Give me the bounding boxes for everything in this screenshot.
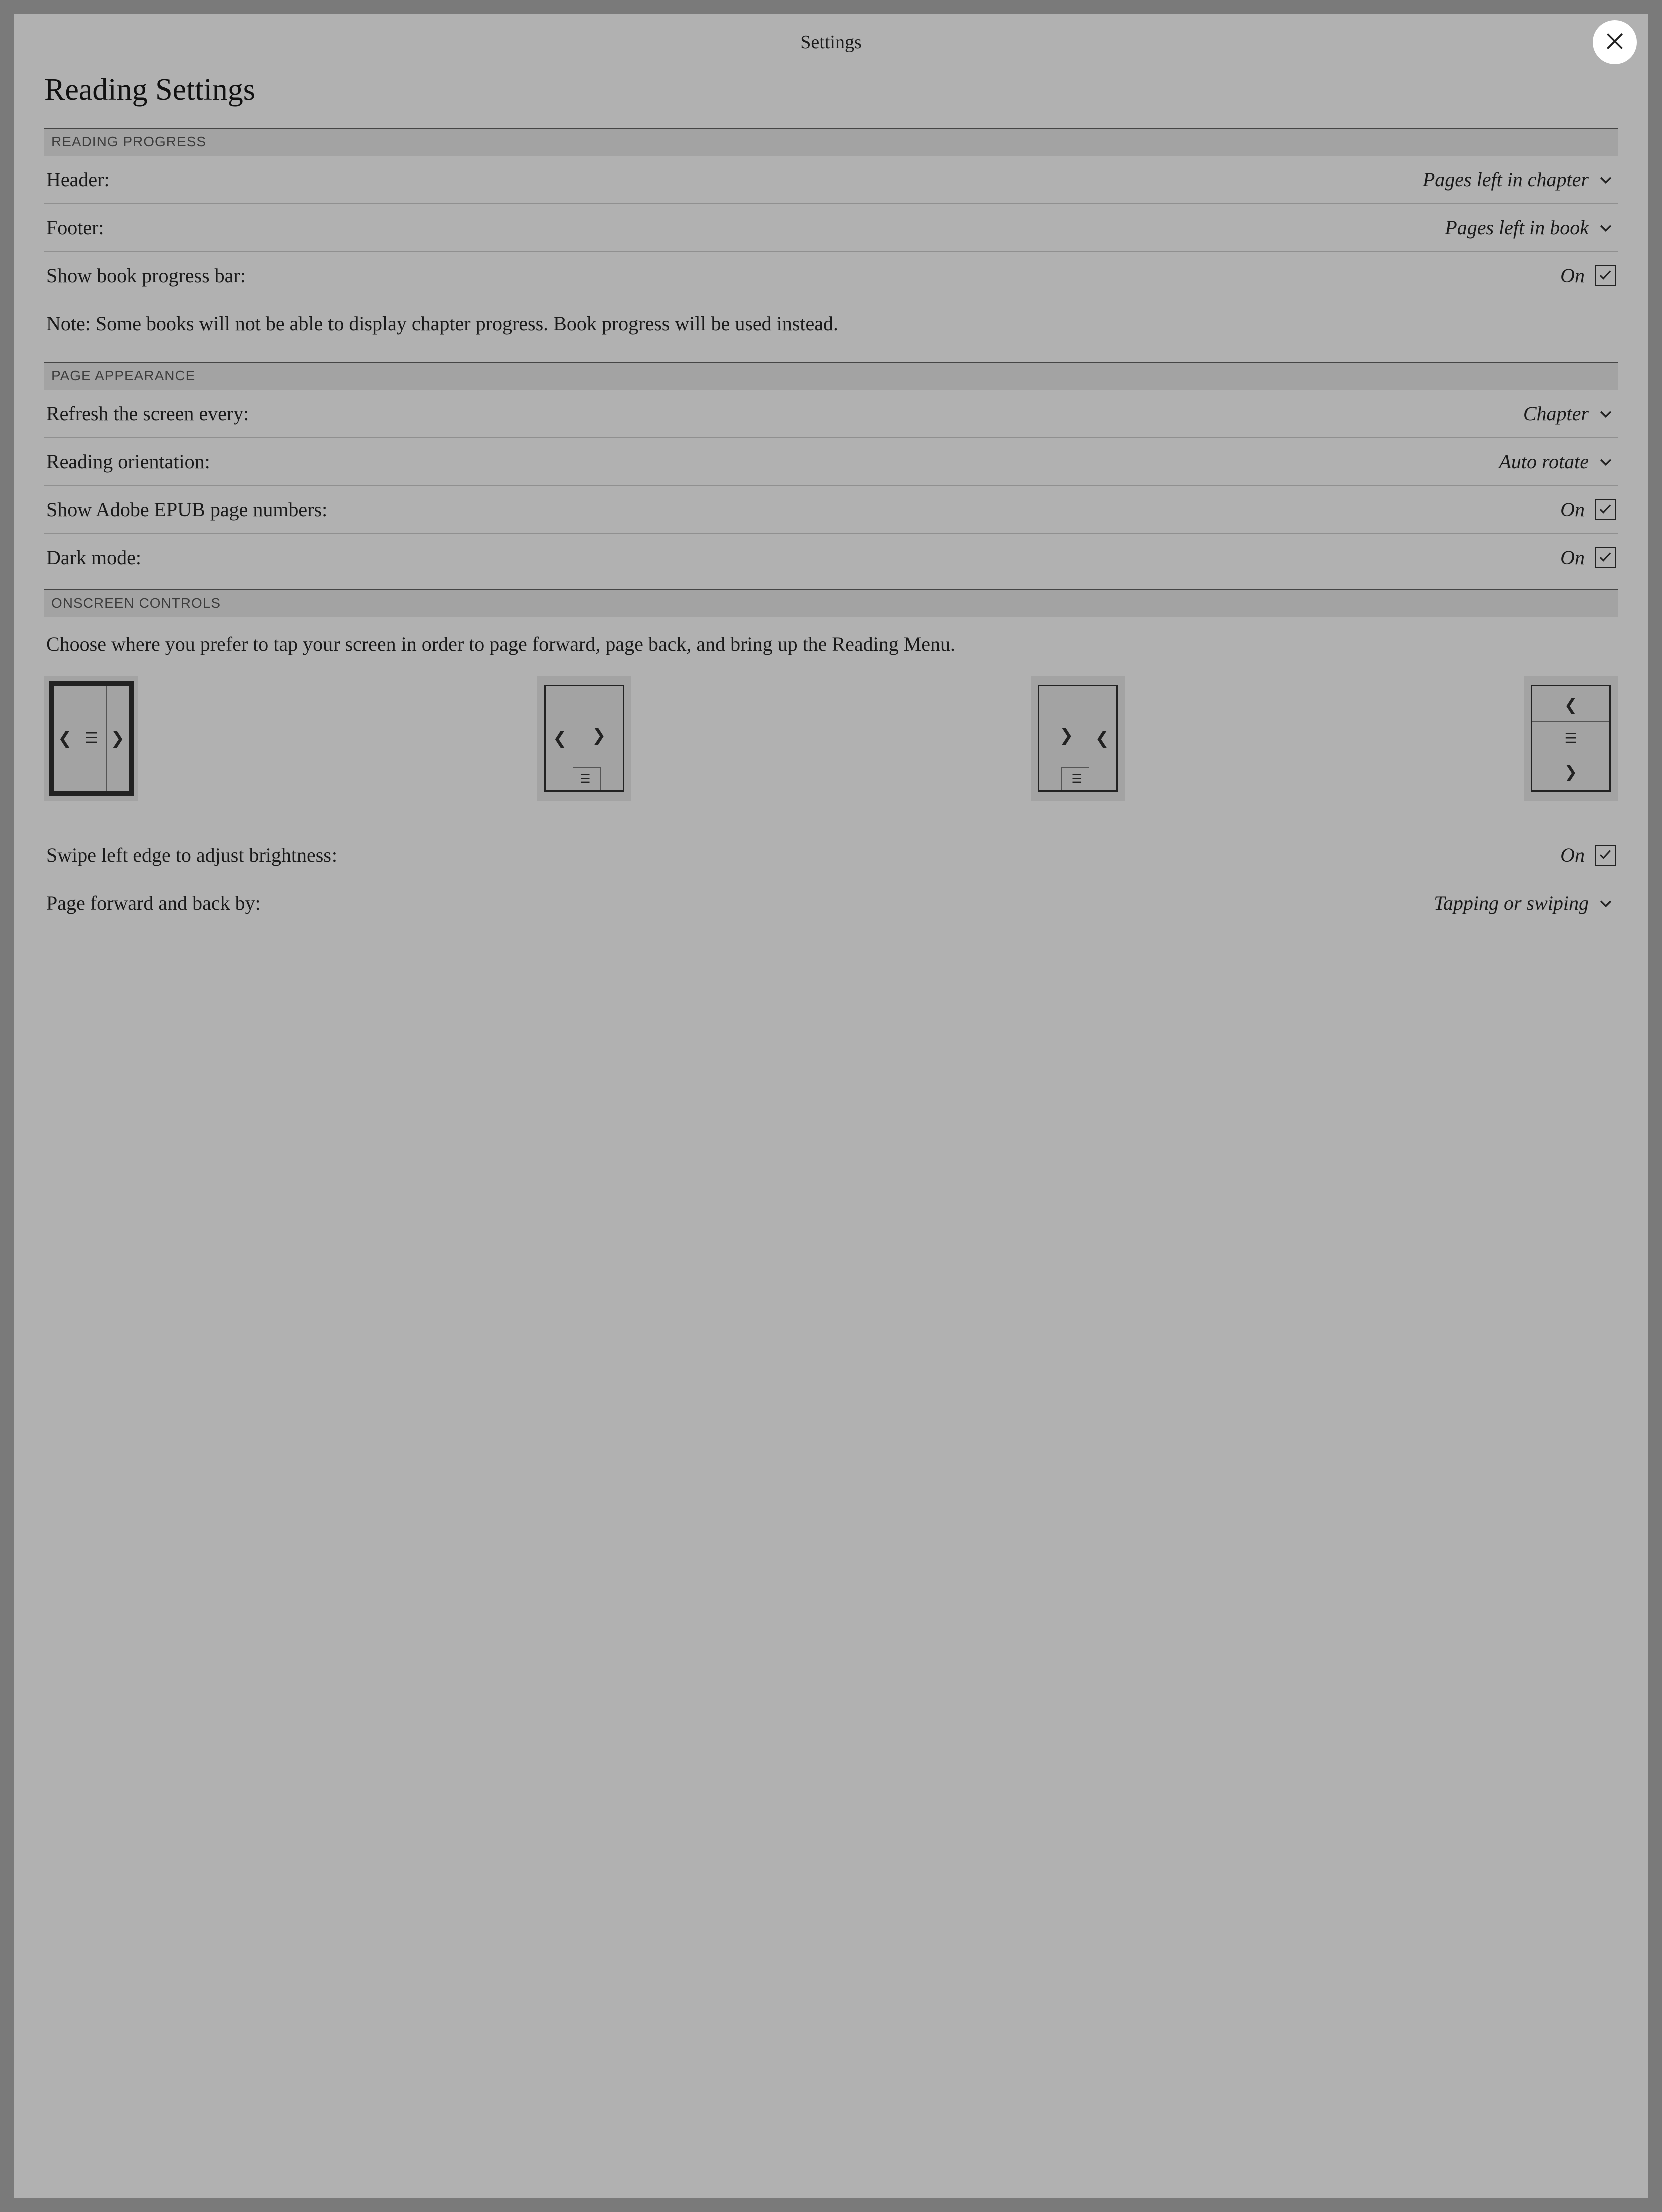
chevron-down-icon — [1596, 452, 1616, 472]
adobe-epub-row[interactable]: Show Adobe EPUB page numbers: On — [44, 486, 1618, 534]
brightness-swipe-checkbox[interactable] — [1595, 845, 1616, 866]
menu-icon: ☰ — [85, 730, 98, 747]
progress-bar-value: On — [1560, 264, 1592, 287]
chevron-left-icon: ❮ — [1095, 728, 1110, 748]
dark-mode-checkbox[interactable] — [1595, 547, 1616, 568]
chevron-right-icon: ❯ — [1564, 762, 1578, 781]
tap-layout-option-2[interactable]: ❮ ❯ ☰ — [537, 676, 631, 801]
progress-bar-row[interactable]: Show book progress bar: On — [44, 252, 1618, 299]
header-label: Header: — [46, 168, 1423, 191]
menu-icon: ☰ — [1564, 730, 1577, 747]
modal-title: Settings — [14, 14, 1648, 62]
header-row[interactable]: Header: Pages left in chapter — [44, 156, 1618, 204]
refresh-value: Chapter — [1523, 402, 1596, 425]
progress-bar-label: Show book progress bar: — [46, 264, 1560, 287]
refresh-row[interactable]: Refresh the screen every: Chapter — [44, 390, 1618, 438]
menu-icon: ☰ — [1071, 772, 1082, 786]
brightness-swipe-row[interactable]: Swipe left edge to adjust brightness: On — [44, 831, 1618, 879]
check-icon — [1598, 498, 1613, 521]
chevron-down-icon — [1596, 170, 1616, 190]
dark-mode-value: On — [1560, 546, 1592, 569]
tap-layout-selector: ❮ ☰ ❯ ❮ ❯ ☰ — [44, 673, 1618, 831]
brightness-swipe-value: On — [1560, 843, 1592, 867]
check-icon — [1598, 264, 1613, 287]
chevron-right-icon: ❯ — [1059, 725, 1074, 745]
paging-method-row[interactable]: Page forward and back by: Tapping or swi… — [44, 879, 1618, 927]
chevron-left-icon: ❮ — [553, 728, 567, 748]
tap-layout-option-4[interactable]: ❮ ☰ ❯ — [1524, 676, 1618, 801]
close-icon — [1604, 30, 1626, 55]
check-icon — [1598, 843, 1613, 867]
orientation-label: Reading orientation: — [46, 450, 1499, 473]
adobe-epub-label: Show Adobe EPUB page numbers: — [46, 498, 1560, 521]
close-button[interactable] — [1593, 20, 1637, 64]
tap-layout-option-1[interactable]: ❮ ☰ ❯ — [44, 676, 138, 801]
chevron-right-icon: ❯ — [592, 725, 606, 745]
footer-label: Footer: — [46, 216, 1445, 239]
tap-layout-option-3[interactable]: ❯ ❮ ☰ — [1031, 676, 1125, 801]
onscreen-controls-help: Choose where you prefer to tap your scre… — [44, 617, 1618, 673]
section-header-onscreen-controls: ONSCREEN CONTROLS — [44, 589, 1618, 617]
chevron-down-icon — [1596, 404, 1616, 424]
refresh-label: Refresh the screen every: — [46, 402, 1523, 425]
progress-bar-checkbox[interactable] — [1595, 265, 1616, 286]
footer-row[interactable]: Footer: Pages left in book — [44, 204, 1618, 252]
chevron-down-icon — [1596, 893, 1616, 913]
section-header-page-appearance: PAGE APPEARANCE — [44, 362, 1618, 390]
chevron-left-icon: ❮ — [1564, 695, 1578, 714]
brightness-swipe-label: Swipe left edge to adjust brightness: — [46, 843, 1560, 867]
paging-method-value: Tapping or swiping — [1434, 891, 1596, 915]
check-icon — [1598, 546, 1613, 569]
page-title: Reading Settings — [44, 62, 1618, 128]
dark-mode-row[interactable]: Dark mode: On — [44, 534, 1618, 589]
adobe-epub-value: On — [1560, 498, 1592, 521]
settings-panel: Settings Reading Settings READING PROGRE… — [14, 14, 1648, 2198]
orientation-value: Auto rotate — [1499, 450, 1596, 473]
menu-icon: ☰ — [580, 772, 591, 786]
progress-note: Note: Some books will not be able to dis… — [44, 299, 1618, 362]
paging-method-label: Page forward and back by: — [46, 891, 1434, 915]
section-header-reading-progress: READING PROGRESS — [44, 128, 1618, 156]
dark-mode-label: Dark mode: — [46, 546, 1560, 569]
chevron-left-icon: ❮ — [58, 728, 72, 748]
orientation-row[interactable]: Reading orientation: Auto rotate — [44, 438, 1618, 486]
adobe-epub-checkbox[interactable] — [1595, 499, 1616, 520]
footer-value: Pages left in book — [1445, 216, 1596, 239]
header-value: Pages left in chapter — [1423, 168, 1596, 191]
chevron-right-icon: ❯ — [111, 728, 125, 748]
chevron-down-icon — [1596, 218, 1616, 238]
